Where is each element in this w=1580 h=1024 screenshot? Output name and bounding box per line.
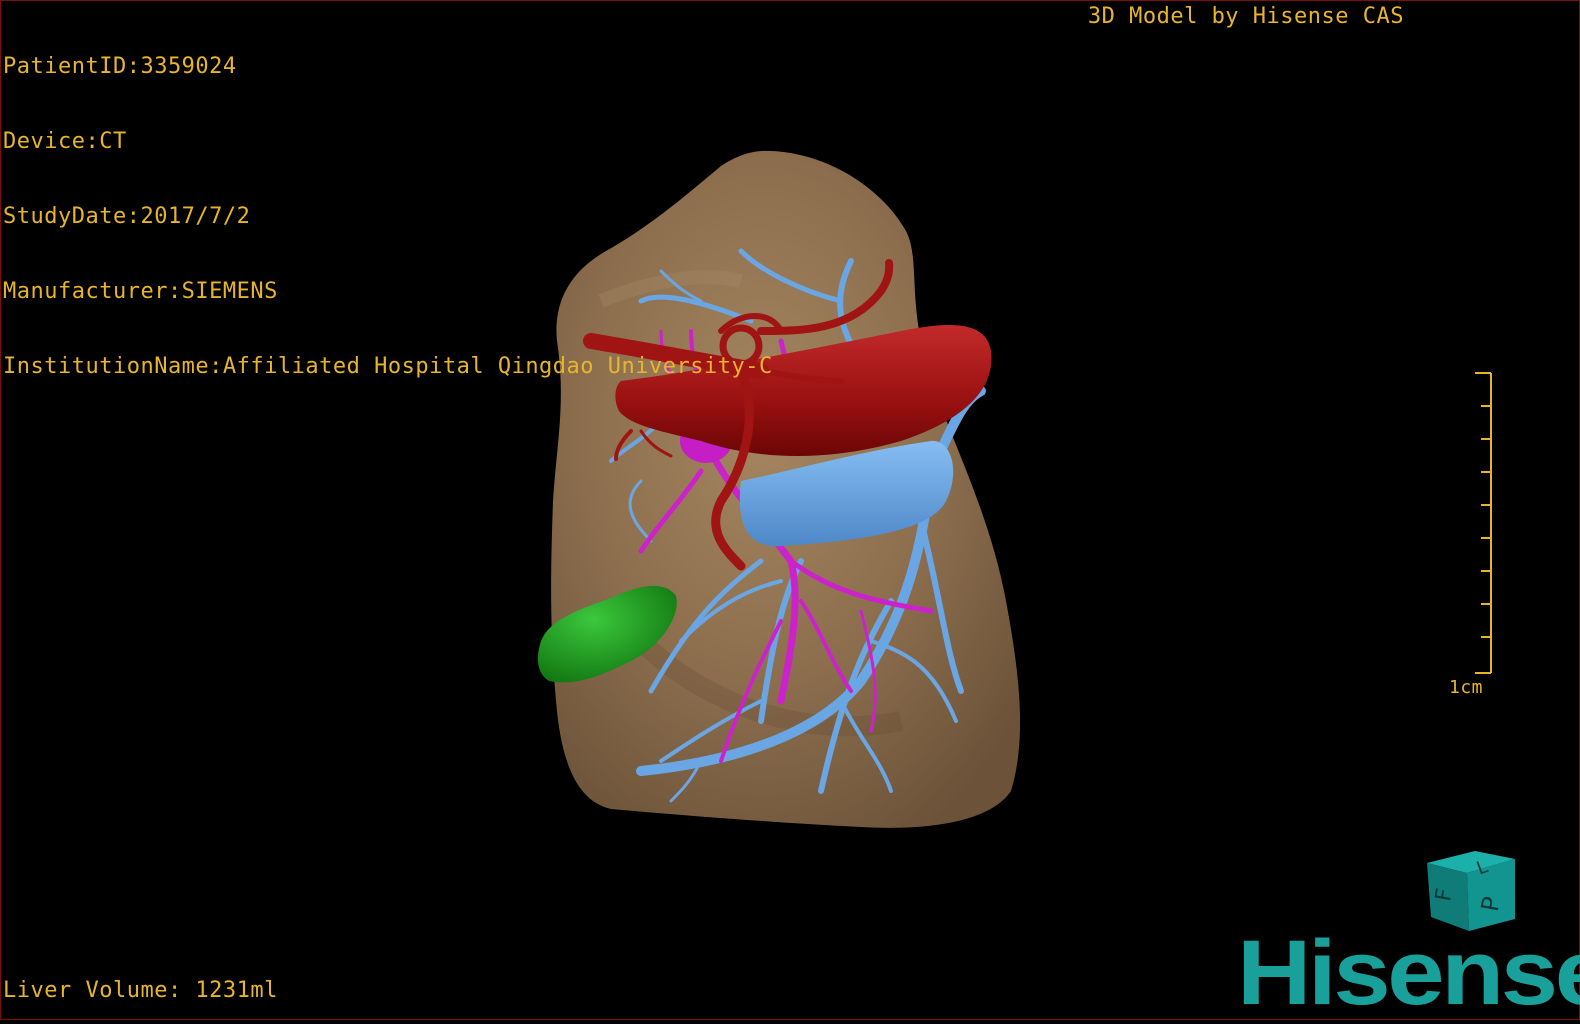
- scale-ruler: [1475, 372, 1492, 674]
- scale-label: 1cm: [1449, 677, 1484, 698]
- device-label: Device:CT: [3, 129, 127, 154]
- liver-volume-label: Liver Volume: 1231ml: [3, 978, 278, 1003]
- study-info-overlay: PatientID:3359024 Device:CT StudyDate:20…: [3, 4, 773, 429]
- institution-label: InstitutionName:Affiliated Hospital Qing…: [3, 354, 773, 379]
- study-date-label: StudyDate:2017/7/2: [3, 204, 251, 229]
- app-title: 3D Model by Hisense CAS: [1087, 4, 1404, 29]
- 3d-viewport[interactable]: PatientID:3359024 Device:CT StudyDate:20…: [0, 0, 1580, 1024]
- patient-id-label: PatientID:3359024: [3, 54, 237, 79]
- hisense-logo: Hisense: [1237, 922, 1580, 1024]
- manufacturer-label: Manufacturer:SIEMENS: [3, 279, 278, 304]
